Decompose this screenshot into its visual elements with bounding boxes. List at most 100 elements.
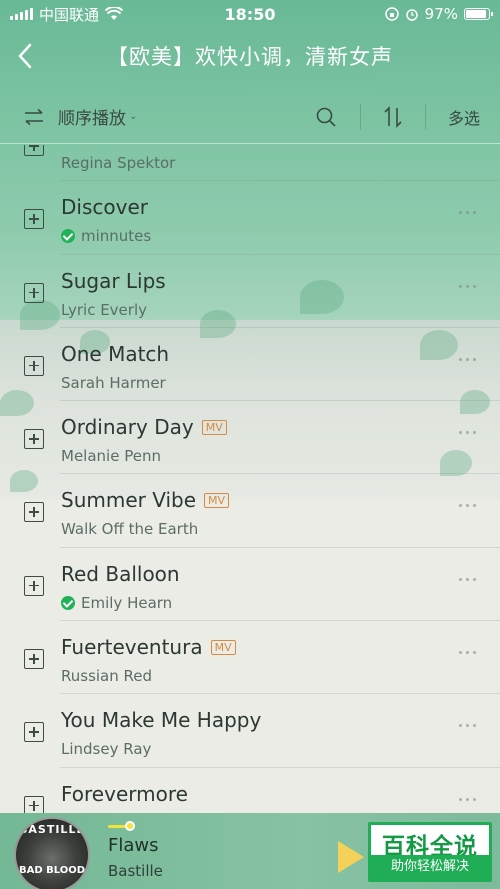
back-arrow-icon: [18, 43, 32, 69]
add-to-playlist-icon[interactable]: [24, 145, 44, 156]
song-row[interactable]: Sugar Lips Lyric Everly: [0, 255, 500, 328]
more-options-icon[interactable]: [459, 284, 476, 288]
song-row[interactable]: Red Balloon Emily Hearn: [0, 548, 500, 622]
song-title-text: One Match: [61, 341, 170, 366]
progress-handle[interactable]: [125, 821, 135, 831]
chevron-down-icon: ⌄: [129, 111, 138, 122]
song-title-text: Fuerteventura: [61, 635, 203, 660]
song-title: Forevermore: [61, 782, 188, 806]
song-artist: Melanie Penn: [61, 447, 161, 465]
add-to-playlist-icon[interactable]: [24, 795, 44, 813]
sequential-play-icon: [25, 108, 43, 125]
add-to-playlist-icon[interactable]: [24, 209, 44, 230]
song-title-text: You Make Me Happy: [61, 708, 262, 733]
song-title: Red Balloon: [61, 562, 180, 586]
alarm-icon: [405, 9, 418, 21]
song-title-text: Discover: [61, 195, 148, 220]
song-row[interactable]: One Match Sarah Harmer: [0, 328, 500, 402]
sort-icon: [384, 105, 402, 128]
song-row[interactable]: Fuerteventura MV Russian Red: [0, 621, 500, 695]
song-title: Sugar Lips: [61, 269, 166, 293]
battery-icon: [464, 8, 493, 20]
more-options-icon[interactable]: [459, 504, 476, 508]
song-artist: Lyric Everly: [61, 301, 147, 319]
play-mode-label: 顺序播放: [58, 109, 126, 129]
song-artist: Walk Off the Earth: [61, 520, 198, 538]
song-row[interactable]: Discover minnutes: [0, 181, 500, 255]
wifi-icon: [105, 7, 124, 20]
song-row[interactable]: Forevermore: [0, 768, 500, 813]
more-options-icon[interactable]: [459, 357, 476, 361]
watermark-sub: 助你轻松解决: [371, 855, 489, 879]
song-title-text: Summer Vibe: [61, 488, 197, 513]
search-button[interactable]: [292, 90, 360, 144]
song-artist: Emily Hearn: [61, 594, 172, 612]
song-artist: Sarah Harmer: [61, 374, 166, 392]
song-title: Summer Vibe MV: [61, 488, 230, 513]
more-options-icon[interactable]: [459, 724, 476, 728]
add-to-playlist-icon[interactable]: [24, 649, 44, 670]
song-title-text: Ordinary Day: [61, 415, 194, 440]
album-art[interactable]: BASTILLE BAD BLOOD: [14, 817, 90, 889]
search-icon: [316, 107, 336, 127]
orientation-lock-icon: [384, 7, 399, 21]
add-to-playlist-icon[interactable]: [24, 722, 44, 743]
signal-icon: [10, 8, 33, 20]
mv-badge[interactable]: MV: [201, 419, 227, 435]
song-artist-text: Russian Red: [61, 667, 153, 686]
add-to-playlist-icon[interactable]: [24, 575, 44, 596]
play-mode-button[interactable]: [10, 90, 58, 144]
more-options-icon[interactable]: [459, 431, 476, 435]
downloaded-check-icon: [61, 229, 75, 244]
album-art-band: BASTILLE: [19, 823, 85, 836]
list-toolbar: 顺序播放 ⌄ 多选: [0, 90, 500, 144]
mv-badge[interactable]: MV: [210, 639, 236, 655]
song-artist: Russian Red: [61, 667, 152, 685]
play-mode-selector[interactable]: 顺序播放 ⌄: [58, 104, 292, 129]
song-list[interactable]: Regina Spektor Discover minnutes Sugar Lips…: [0, 145, 500, 813]
song-row[interactable]: You Make Me Happy Lindsey Ray: [0, 694, 500, 768]
song-title: You Make Me Happy: [61, 708, 261, 732]
title-bar: 【欧美】欢快小调，清新女声: [0, 28, 500, 84]
song-artist-text: Lindsey Ray: [61, 740, 152, 759]
battery-percent: 97%: [424, 5, 458, 23]
sort-button[interactable]: [361, 90, 425, 144]
multi-select-button[interactable]: 多选: [426, 105, 500, 129]
add-to-playlist-icon[interactable]: [24, 502, 44, 523]
more-options-icon[interactable]: [459, 211, 476, 215]
song-title: Fuerteventura MV: [61, 635, 236, 659]
mv-badge[interactable]: MV: [204, 492, 230, 508]
album-art-title: BAD BLOOD: [18, 865, 86, 876]
downloaded-check-icon: [61, 595, 75, 610]
add-to-playlist-icon[interactable]: [24, 282, 44, 303]
song-row[interactable]: Regina Spektor: [0, 145, 500, 182]
song-row[interactable]: Summer Vibe MV Walk Off the Earth: [0, 474, 500, 548]
more-options-icon[interactable]: [459, 651, 476, 655]
song-artist-text: minnutes: [81, 227, 152, 246]
watermark-logo: 百科全说 助你轻松解决: [368, 822, 492, 882]
now-playing-title: Flaws: [108, 835, 159, 856]
song-row[interactable]: Ordinary Day MV Melanie Penn: [0, 401, 500, 475]
more-options-icon[interactable]: [459, 577, 476, 581]
page-title: 【欧美】欢快小调，清新女声: [107, 45, 393, 69]
song-title: Discover: [61, 195, 148, 219]
song-title: Ordinary Day MV: [61, 415, 227, 439]
add-to-playlist-icon[interactable]: [24, 355, 44, 376]
song-artist-text: Lyric Everly: [61, 300, 148, 319]
play-icon[interactable]: [338, 841, 364, 873]
more-options-icon[interactable]: [459, 797, 476, 801]
clock: 18:50: [224, 4, 276, 24]
song-artist-text: Melanie Penn: [61, 447, 161, 466]
song-artist: minnutes: [61, 227, 151, 245]
status-bar: 中国联通 18:50 97%: [0, 0, 500, 28]
song-artist-text: Walk Off the Earth: [61, 520, 199, 539]
add-to-playlist-icon[interactable]: [24, 429, 44, 450]
back-button[interactable]: [0, 28, 50, 84]
now-playing-artist: Bastille: [108, 862, 163, 880]
carrier-label: 中国联通: [39, 5, 100, 24]
song-artist-text: Emily Hearn: [81, 593, 173, 612]
song-artist: Regina Spektor: [61, 154, 175, 172]
song-title-text: Red Balloon: [61, 561, 180, 586]
song-artist-text: Sarah Harmer: [61, 373, 166, 392]
song-artist-text: Regina Spektor: [61, 154, 176, 172]
